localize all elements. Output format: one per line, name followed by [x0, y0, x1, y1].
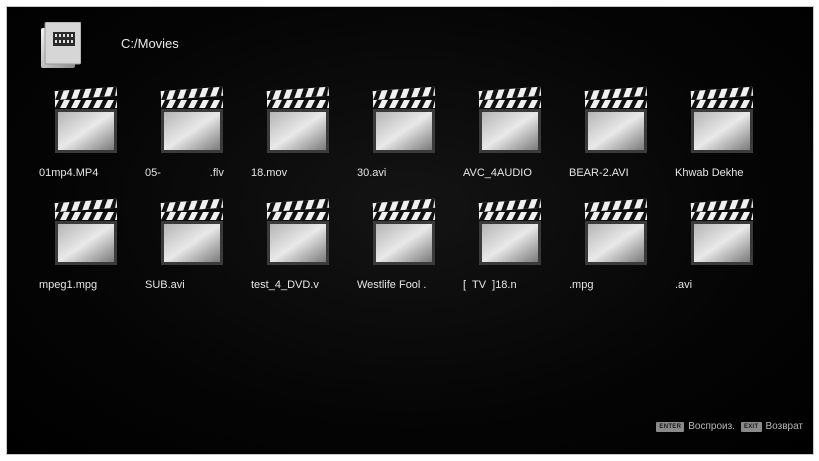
- enter-key-badge: ENTER: [656, 421, 685, 432]
- file-item[interactable]: SUB.avi: [141, 197, 247, 309]
- file-item[interactable]: 30.avi: [353, 85, 459, 197]
- movie-clapperboard-icon: [372, 86, 436, 153]
- movie-clapperboard-icon: [584, 86, 648, 153]
- current-path: C:/Movies: [121, 35, 179, 51]
- file-item[interactable]: Khwab Dekhe: [671, 85, 777, 197]
- file-name-label: BEAR-2.AVI: [569, 167, 629, 179]
- movie-clapperboard-icon: [160, 198, 224, 265]
- movie-clapperboard-icon: [478, 198, 542, 265]
- file-name-label: .avi: [675, 279, 693, 291]
- file-name-label: mpeg1.mpg: [39, 279, 98, 291]
- file-item[interactable]: [ TV ]18.n: [459, 197, 565, 309]
- header: C:/Movies: [41, 19, 179, 71]
- file-name-label: Khwab Dekhe: [675, 167, 744, 179]
- folder-video-icon: [41, 21, 82, 68]
- back-hint-label: Возврат: [765, 421, 804, 432]
- movie-clapperboard-icon: [690, 86, 754, 153]
- file-name-label: [ TV ]18.n: [463, 279, 517, 291]
- movie-clapperboard-icon: [478, 86, 542, 153]
- movie-clapperboard-icon: [266, 198, 330, 265]
- exit-key-badge: EXIT: [740, 421, 762, 432]
- file-name-label: 18.mov: [251, 167, 288, 179]
- movie-clapperboard-icon: [54, 86, 118, 153]
- file-name-label: AVC_4AUDIO: [463, 167, 532, 179]
- movie-clapperboard-icon: [160, 86, 224, 153]
- footer-hints: ENTER Воспроиз. EXIT Возврат: [656, 421, 805, 432]
- file-name-label: .mpg: [569, 279, 594, 291]
- movie-clapperboard-icon: [690, 198, 754, 265]
- file-name-label: 05- .flv: [145, 167, 224, 179]
- file-name-label: Westlife Fool .: [357, 279, 427, 291]
- movie-clapperboard-icon: [584, 198, 648, 265]
- file-item[interactable]: .avi: [671, 197, 777, 309]
- file-item[interactable]: mpeg1.mpg: [35, 197, 141, 309]
- file-item[interactable]: test_4_DVD.v: [247, 197, 353, 309]
- play-hint-label: Воспроиз.: [688, 421, 735, 432]
- file-grid: 01mp4.MP4 05- .flv 18.mov 30.avi AVC_4AU…: [35, 85, 795, 309]
- movie-clapperboard-icon: [266, 86, 330, 153]
- file-item[interactable]: AVC_4AUDIO: [459, 85, 565, 197]
- file-name-label: 30.avi: [357, 167, 387, 179]
- file-item[interactable]: 05- .flv: [141, 85, 247, 197]
- file-name-label: 01mp4.MP4: [39, 167, 99, 179]
- file-name-label: test_4_DVD.v: [251, 279, 319, 291]
- file-item[interactable]: BEAR-2.AVI: [565, 85, 671, 197]
- file-name-label: SUB.avi: [145, 279, 185, 291]
- file-browser-screen: C:/Movies 01mp4.MP4 05- .flv 18.mov 30.a…: [6, 6, 814, 455]
- movie-clapperboard-icon: [54, 198, 118, 265]
- movie-clapperboard-icon: [372, 198, 436, 265]
- file-item[interactable]: 18.mov: [247, 85, 353, 197]
- file-item[interactable]: Westlife Fool .: [353, 197, 459, 309]
- file-item[interactable]: .mpg: [565, 197, 671, 309]
- file-item[interactable]: 01mp4.MP4: [35, 85, 141, 197]
